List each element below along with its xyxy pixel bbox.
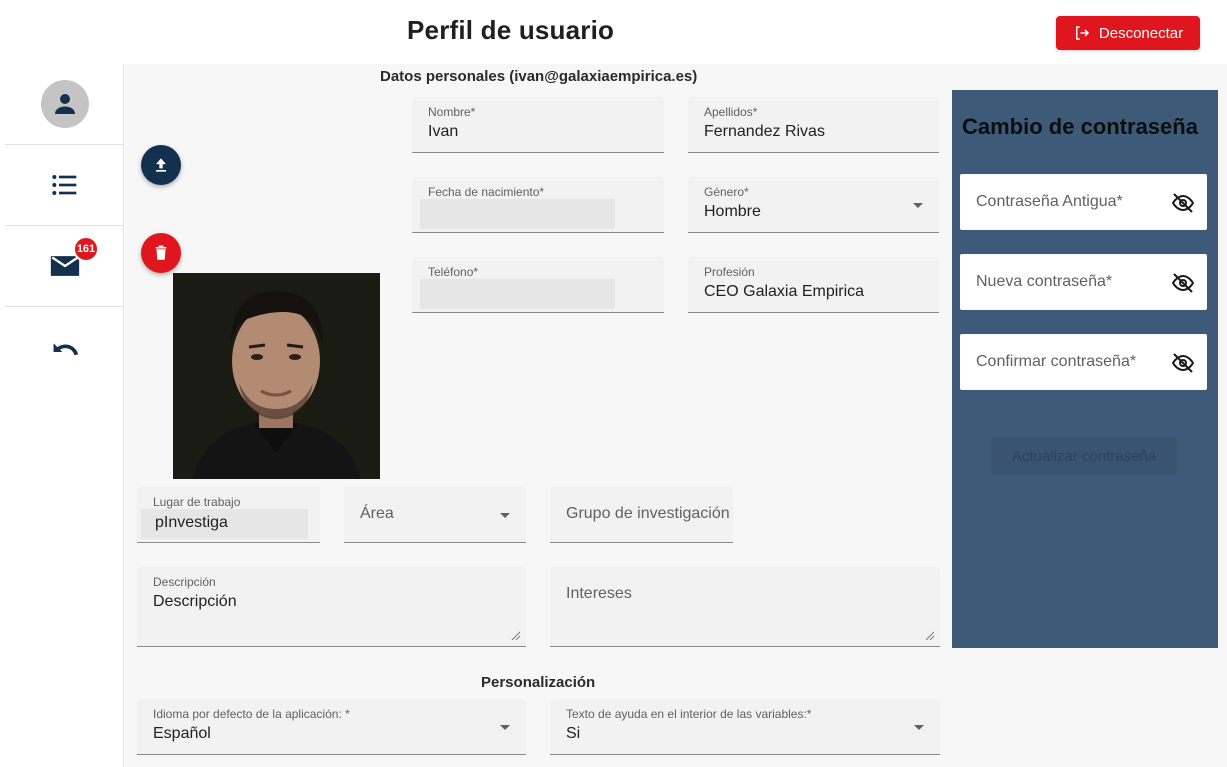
- eye-off-icon[interactable]: [1171, 271, 1195, 295]
- app-header: Perfil de usuario Desconectar: [0, 0, 1227, 64]
- idioma-select[interactable]: Idioma por defecto de la aplicación: * E…: [137, 699, 526, 755]
- lugar-trabajo-label: Lugar de trabajo: [153, 495, 241, 509]
- apellidos-field[interactable]: Apellidos* Fernandez Rivas: [688, 97, 939, 153]
- confirm-password-placeholder: Confirmar contraseña*: [976, 353, 1137, 370]
- nombre-field[interactable]: Nombre* Ivan: [412, 97, 664, 153]
- sidebar-item-undo[interactable]: [5, 307, 124, 388]
- texto-ayuda-label: Texto de ayuda en el interior de las var…: [566, 707, 812, 721]
- password-panel-title: Cambio de contraseña: [962, 114, 1198, 139]
- descripcion-value: Descripción: [153, 593, 237, 610]
- fecha-nacimiento-field[interactable]: Fecha de nacimiento*: [412, 177, 664, 233]
- profesion-value: CEO Galaxia Empirica: [704, 283, 865, 300]
- texto-ayuda-value: Si: [566, 725, 581, 742]
- telefono-field[interactable]: Teléfono*: [412, 257, 664, 313]
- fecha-nacimiento-input[interactable]: [420, 199, 615, 229]
- resize-handle-icon[interactable]: [510, 630, 520, 640]
- lugar-trabajo-field[interactable]: Lugar de trabajo pInvestiga: [137, 487, 320, 543]
- genero-select[interactable]: Género* Hombre: [688, 177, 939, 233]
- trash-icon: [155, 245, 167, 260]
- chevron-down-icon: [913, 203, 923, 208]
- grupo-investigacion-placeholder: Grupo de investigación: [566, 505, 730, 522]
- eye-off-icon[interactable]: [1171, 191, 1195, 215]
- update-password-button[interactable]: Actualizar contraseña: [991, 438, 1177, 474]
- genero-value: Hombre: [704, 203, 761, 220]
- personalizacion-section-title: Personalización: [481, 674, 596, 691]
- page-title: Perfil de usuario: [407, 15, 615, 45]
- chevron-down-icon: [500, 513, 510, 518]
- list-icon: [51, 175, 76, 195]
- apellidos-label: Apellidos*: [704, 105, 758, 119]
- nombre-value: Ivan: [428, 123, 459, 140]
- profile-photo: [173, 273, 380, 479]
- chevron-down-icon: [914, 725, 924, 730]
- logout-icon: [1075, 26, 1089, 40]
- person-icon: [54, 94, 75, 114]
- intereses-textarea[interactable]: Intereses: [550, 567, 940, 647]
- delete-photo-button[interactable]: [141, 233, 181, 273]
- personal-section-title: Datos personales (ivan@galaxiaempirica.e…: [380, 68, 698, 85]
- area-select[interactable]: Área: [344, 487, 526, 543]
- descripcion-label: Descripción: [153, 575, 216, 589]
- confirm-password-field[interactable]: Confirmar contraseña*: [960, 334, 1207, 390]
- idioma-label: Idioma por defecto de la aplicación: *: [153, 707, 350, 721]
- logout-label: Desconectar: [1098, 24, 1184, 42]
- avatar: [40, 80, 89, 128]
- fecha-nacimiento-label: Fecha de nacimiento*: [428, 185, 545, 199]
- old-password-placeholder: Contraseña Antigua*: [976, 193, 1123, 210]
- profile-photo-image: [173, 273, 380, 479]
- upload-icon: [156, 158, 166, 172]
- mail-badge: 161: [73, 236, 99, 262]
- genero-label: Género*: [704, 185, 749, 199]
- undo-icon: [53, 343, 78, 356]
- lugar-trabajo-value: pInvestiga: [155, 514, 228, 531]
- eye-off-icon[interactable]: [1171, 351, 1195, 375]
- texto-ayuda-select[interactable]: Texto de ayuda en el interior de las var…: [550, 699, 940, 755]
- password-panel: Cambio de contraseña Contraseña Antigua*…: [952, 90, 1218, 648]
- grupo-investigacion-field[interactable]: Grupo de investigación: [550, 487, 733, 543]
- chevron-down-icon: [500, 725, 510, 730]
- logout-button[interactable]: Desconectar: [1056, 16, 1200, 50]
- telefono-input[interactable]: [420, 279, 615, 309]
- apellidos-value: Fernandez Rivas: [704, 123, 825, 140]
- profesion-field[interactable]: Profesión CEO Galaxia Empirica: [688, 257, 939, 313]
- telefono-label: Teléfono*: [428, 265, 479, 279]
- idioma-value: Español: [153, 725, 211, 742]
- upload-photo-button[interactable]: [141, 145, 181, 185]
- profesion-label: Profesión: [704, 265, 755, 279]
- sidebar-item-list[interactable]: [5, 145, 124, 226]
- descripcion-textarea[interactable]: Descripción Descripción: [137, 567, 526, 647]
- sidebar-item-messages[interactable]: 161: [5, 226, 124, 307]
- nombre-label: Nombre*: [428, 105, 476, 119]
- new-password-placeholder: Nueva contraseña*: [976, 273, 1113, 290]
- resize-handle-icon[interactable]: [924, 630, 934, 640]
- old-password-field[interactable]: Contraseña Antigua*: [960, 174, 1207, 230]
- area-placeholder: Área: [360, 505, 394, 522]
- new-password-field[interactable]: Nueva contraseña*: [960, 254, 1207, 310]
- sidebar: 161: [0, 64, 124, 767]
- sidebar-item-profile[interactable]: [5, 64, 124, 145]
- intereses-placeholder: Intereses: [566, 585, 632, 602]
